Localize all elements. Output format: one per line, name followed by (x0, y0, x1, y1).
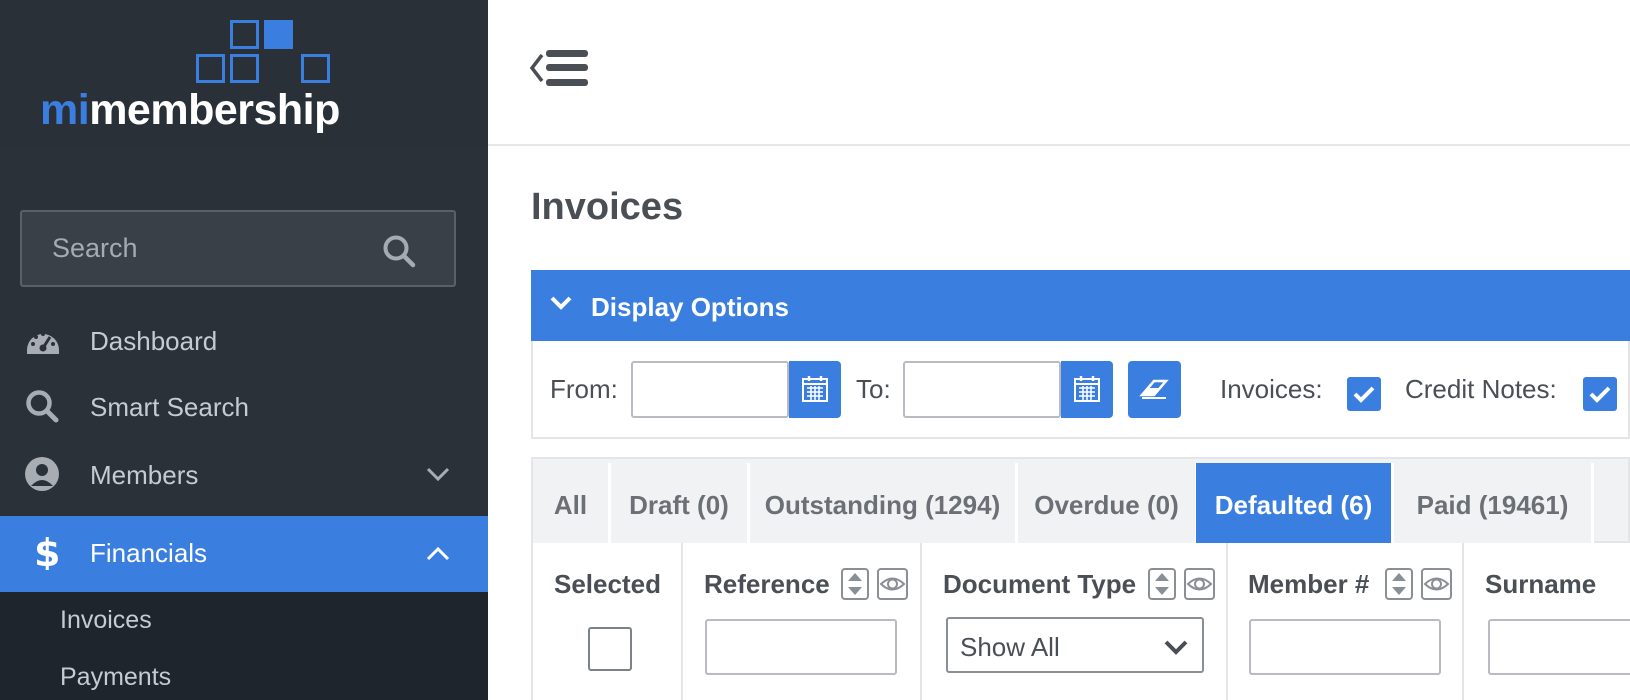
svg-text:$: $ (34, 534, 60, 570)
sidebar-search (20, 210, 456, 287)
top-bar (488, 0, 1630, 146)
tab-all[interactable]: All (533, 463, 611, 543)
to-calendar-button[interactable] (1061, 361, 1113, 418)
to-date-input[interactable] (903, 361, 1061, 418)
chevron-down-icon (550, 296, 572, 310)
dollar-icon: $ (34, 534, 60, 570)
chevron-down-icon (1164, 640, 1188, 655)
sidebar-item-label: Financials (90, 538, 208, 568)
sort-icon[interactable] (1385, 568, 1413, 600)
search-icon (26, 390, 59, 423)
sidebar-item-financials[interactable]: $ Financials (0, 516, 488, 592)
tab-defaulted[interactable]: Defaulted (6) (1196, 463, 1394, 543)
eye-icon[interactable] (1184, 568, 1215, 600)
calendar-icon (802, 376, 828, 402)
search-icon[interactable] (382, 234, 416, 268)
tab-outstanding[interactable]: Outstanding (1294) (750, 463, 1018, 543)
from-calendar-button[interactable] (789, 361, 841, 418)
sidebar: mimembership Dashboard Smart Search (0, 0, 488, 700)
status-tabs: All Draft (0) Outstanding (1294) Overdue… (531, 457, 1630, 543)
column-surname: Surname (1464, 543, 1630, 700)
credit-notes-checkbox[interactable] (1583, 377, 1617, 411)
filter-row: From: To: Invoices: Credit Notes: (531, 341, 1630, 439)
page-title: Invoices (531, 186, 684, 228)
display-options-header[interactable]: Display Options (531, 270, 1630, 341)
tab-overdue[interactable]: Overdue (0) (1018, 463, 1198, 543)
display-options-label: Display Options (591, 292, 789, 322)
column-header-document-type: Document Type (943, 569, 1137, 599)
calendar-icon (1074, 376, 1100, 402)
chevron-down-icon (426, 467, 450, 482)
dashboard-icon (27, 332, 59, 354)
tab-draft[interactable]: Draft (0) (611, 463, 750, 543)
column-header-member-no: Member # (1248, 569, 1370, 599)
eye-icon[interactable] (877, 568, 908, 600)
column-header-surname: Surname (1485, 569, 1597, 599)
checkmark-icon (1353, 386, 1375, 403)
sidebar-item-members[interactable]: Members (0, 440, 488, 508)
credit-notes-checkbox-label: Credit Notes: (1405, 374, 1557, 404)
sort-icon[interactable] (841, 568, 869, 600)
column-header-selected: Selected (554, 569, 661, 599)
sidebar-item-smart-search[interactable]: Smart Search (0, 372, 488, 440)
financials-submenu: Invoices Payments (0, 592, 488, 700)
member-no-filter-input[interactable] (1249, 619, 1441, 675)
surname-filter-input[interactable] (1488, 619, 1630, 675)
sort-icon[interactable] (1148, 568, 1176, 600)
reference-filter-input[interactable] (705, 619, 897, 675)
user-circle-icon (25, 457, 59, 491)
submenu-item-payments[interactable]: Payments (60, 663, 171, 692)
column-document-type: Document Type Show All (922, 543, 1228, 700)
eye-icon[interactable] (1421, 568, 1452, 600)
clear-dates-button[interactable] (1128, 361, 1181, 418)
sidebar-item-label: Smart Search (90, 392, 249, 422)
sidebar-toggle-icon[interactable] (528, 48, 590, 92)
logo-text[interactable]: mimembership (40, 86, 340, 135)
from-label: From: (550, 374, 618, 404)
column-reference: Reference (683, 543, 922, 700)
sidebar-item-dashboard[interactable]: Dashboard (0, 306, 488, 374)
invoice-table-header: Selected Reference Document Type Show Al… (531, 543, 1630, 700)
brand-area: mimembership (0, 0, 488, 148)
chevron-up-icon (426, 546, 450, 561)
document-type-value: Show All (960, 632, 1060, 662)
submenu-item-invoices[interactable]: Invoices (60, 606, 152, 635)
invoices-checkbox-label: Invoices: (1220, 374, 1323, 404)
eraser-icon (1139, 379, 1169, 399)
to-label: To: (856, 374, 891, 404)
invoices-checkbox[interactable] (1347, 377, 1381, 411)
checkmark-icon (1589, 386, 1611, 403)
sidebar-item-label: Dashboard (90, 326, 218, 356)
from-date-input[interactable] (631, 361, 789, 418)
select-all-checkbox[interactable] (588, 627, 632, 671)
column-header-reference: Reference (704, 569, 830, 599)
column-member-no: Member # (1228, 543, 1464, 700)
logo-mark (196, 20, 336, 86)
document-type-select[interactable]: Show All (946, 617, 1204, 673)
column-selected: Selected (533, 543, 683, 700)
tab-paid[interactable]: Paid (19461) (1394, 463, 1594, 543)
sidebar-search-input[interactable] (22, 212, 382, 285)
sidebar-item-label: Members (90, 460, 199, 490)
